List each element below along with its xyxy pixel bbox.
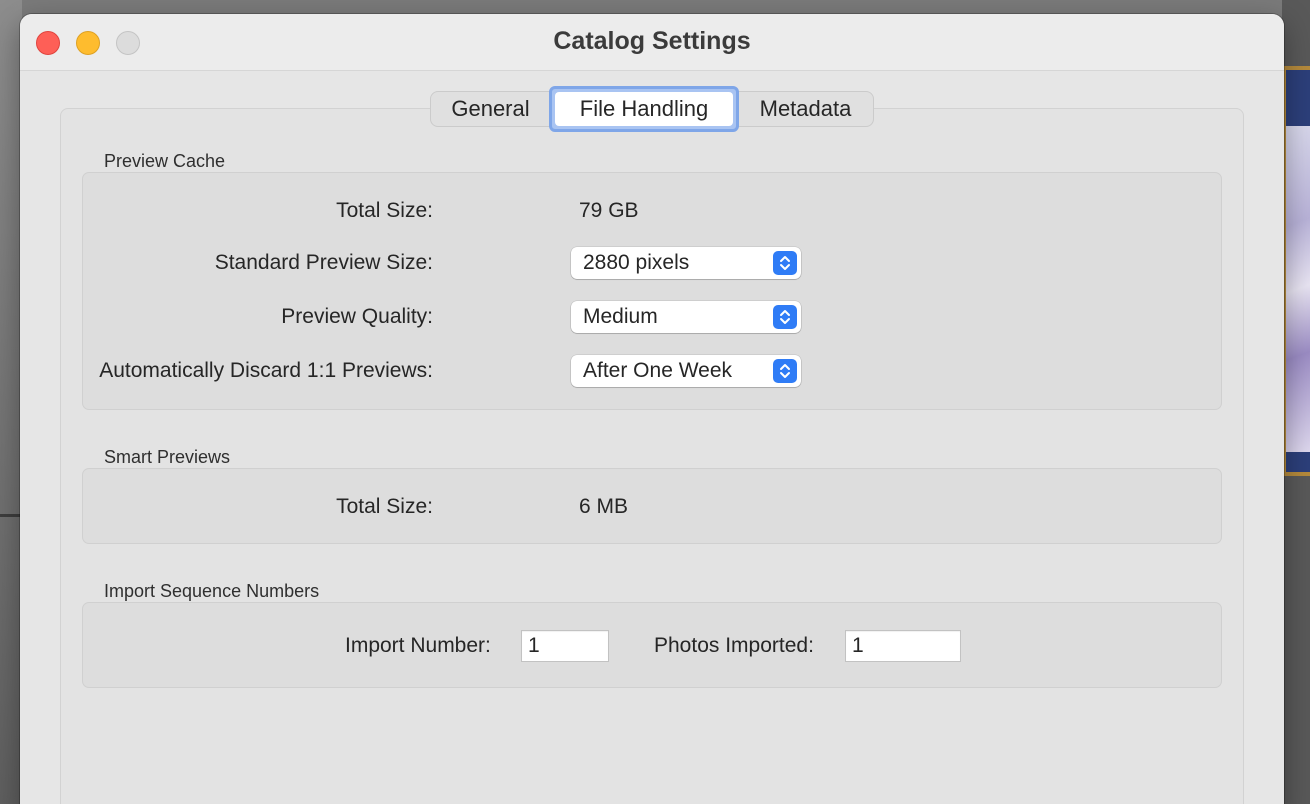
- import-number-label: Import Number:: [345, 634, 491, 657]
- background-left-strip: [0, 0, 22, 804]
- up-down-chevron-icon: [773, 359, 797, 383]
- background-photo: [1286, 126, 1310, 452]
- preview-total-size-value: 79 GB: [579, 199, 639, 222]
- photos-imported-label: Photos Imported:: [654, 634, 814, 657]
- photos-imported-field[interactable]: [845, 630, 961, 662]
- zoom-window-button[interactable]: [116, 31, 140, 55]
- background-divider: [0, 514, 22, 517]
- standard-preview-size-label: Standard Preview Size:: [214, 251, 433, 274]
- tab-bar: General Metadata File Handling: [430, 86, 874, 132]
- preview-cache-group: Total Size: 79 GB Standard Preview Size:…: [82, 172, 1222, 410]
- preview-quality-value: Medium: [583, 305, 658, 328]
- close-window-button[interactable]: [36, 31, 60, 55]
- title-bar: Catalog Settings: [20, 14, 1284, 71]
- preview-quality-select[interactable]: Medium: [571, 301, 801, 333]
- catalog-settings-dialog: Catalog Settings General Metadata File H…: [20, 14, 1284, 804]
- tab-file-handling-label: File Handling: [555, 92, 733, 126]
- up-down-chevron-icon: [773, 251, 797, 275]
- smart-total-size-value: 6 MB: [579, 495, 629, 518]
- import-number-field[interactable]: [521, 630, 609, 662]
- tab-metadata[interactable]: Metadata: [737, 92, 873, 126]
- smart-total-size-label: Total Size:: [336, 495, 433, 518]
- smart-previews-group: Total Size: 6 MB: [82, 468, 1222, 544]
- preview-cache-heading: Preview Cache: [104, 151, 226, 171]
- standard-preview-size-select[interactable]: 2880 pixels: [571, 247, 801, 279]
- tab-file-handling[interactable]: File Handling: [549, 86, 739, 132]
- window-title: Catalog Settings: [553, 27, 751, 55]
- preview-total-size-label: Total Size:: [336, 199, 433, 222]
- import-sequence-group: Import Number: Photos Imported:: [82, 602, 1222, 688]
- discard-previews-value: After One Week: [583, 359, 733, 382]
- standard-preview-size-value: 2880 pixels: [583, 251, 690, 274]
- import-sequence-heading: Import Sequence Numbers: [104, 581, 320, 601]
- minimize-window-button[interactable]: [76, 31, 100, 55]
- preview-quality-label: Preview Quality:: [281, 305, 433, 328]
- discard-previews-label: Automatically Discard 1:1 Previews:: [99, 359, 433, 382]
- up-down-chevron-icon: [773, 305, 797, 329]
- tab-general[interactable]: General: [431, 92, 551, 126]
- dialog-content: General Metadata File Handling Preview C…: [20, 71, 1284, 804]
- discard-previews-select[interactable]: After One Week: [571, 355, 801, 387]
- smart-previews-heading: Smart Previews: [104, 447, 231, 467]
